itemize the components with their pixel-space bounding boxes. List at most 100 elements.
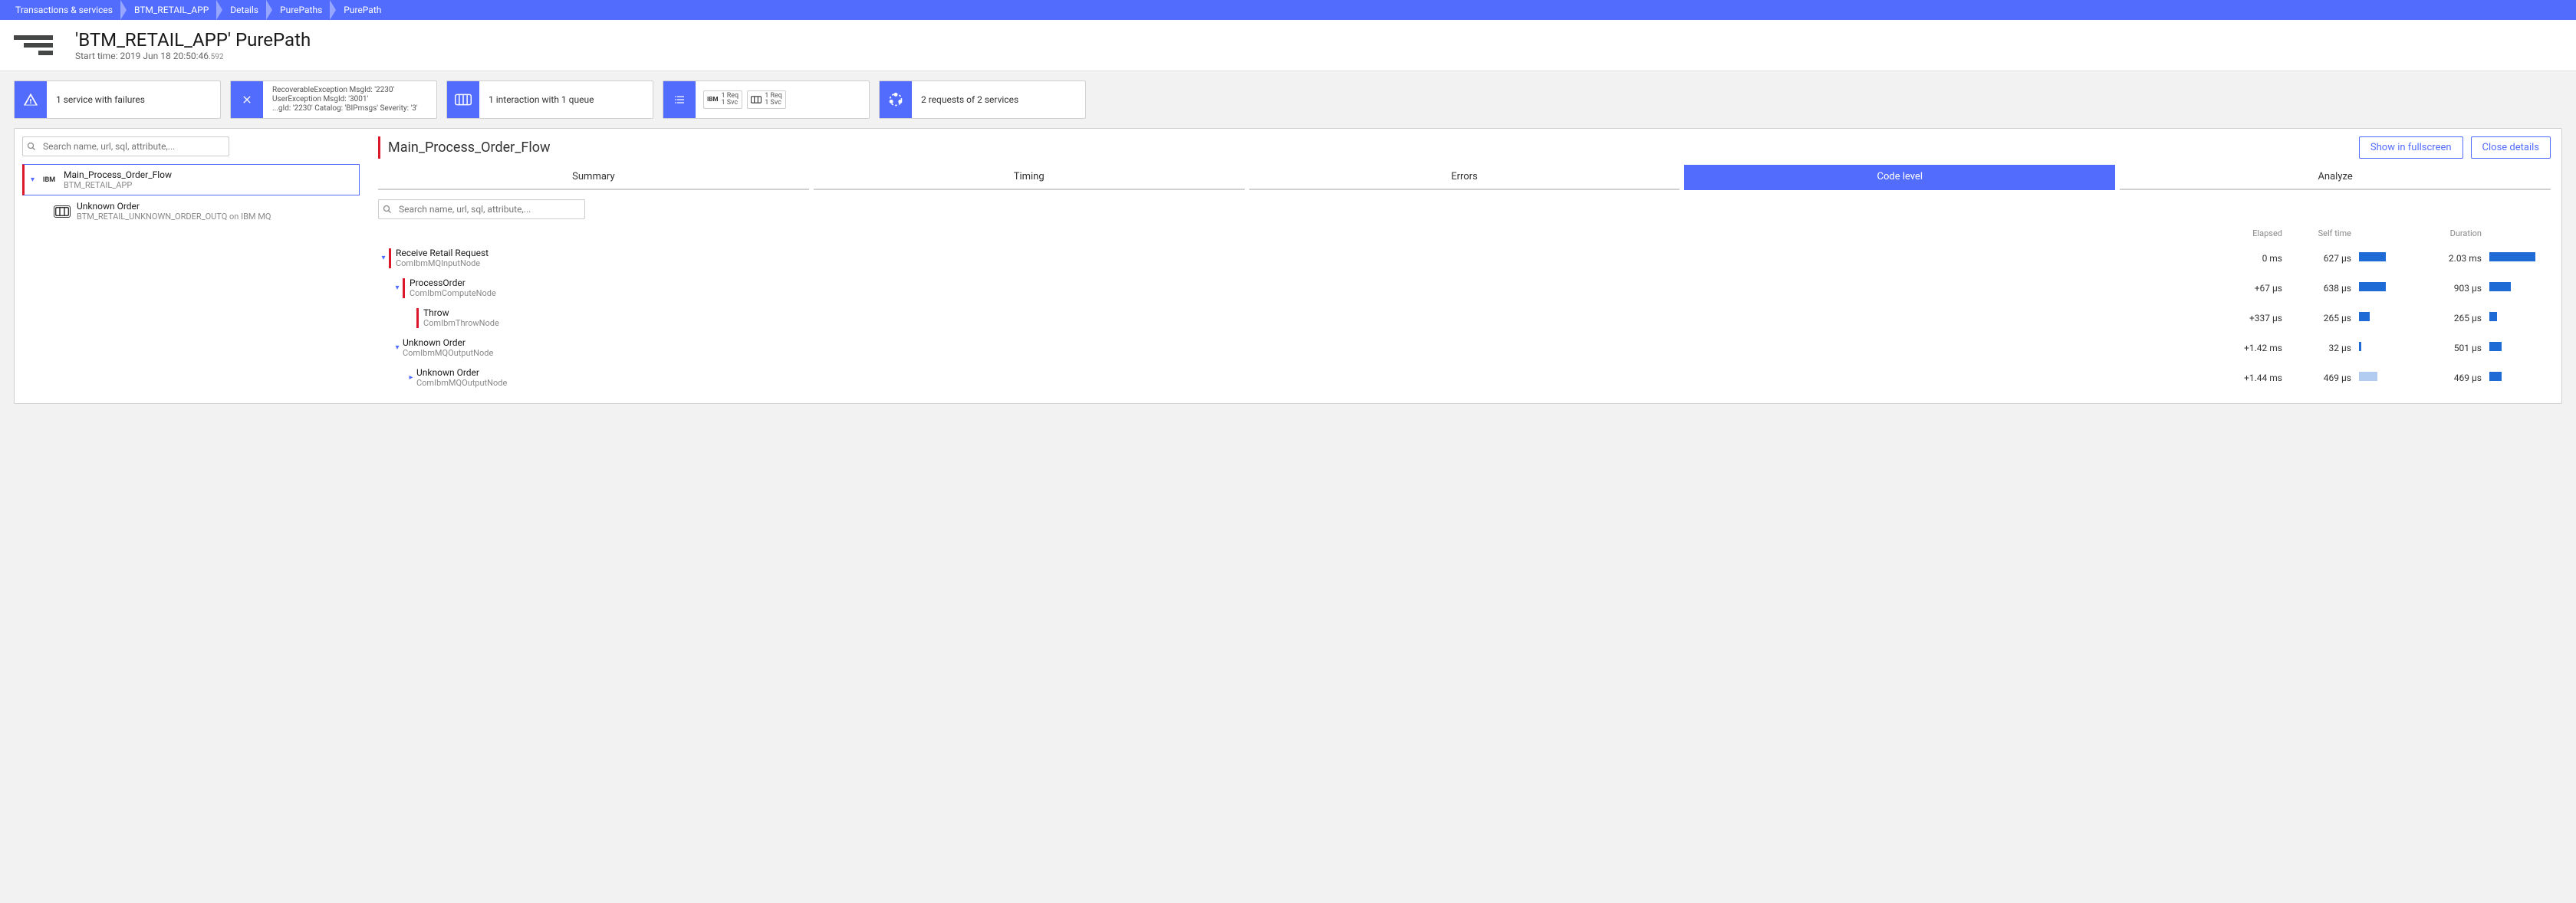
elapsed-value: 0 ms [2221, 253, 2290, 264]
code-row-type: ComIbmComputeNode [410, 288, 496, 298]
code-row-name: Unknown Order [416, 367, 507, 378]
tab-timing[interactable]: Timing [814, 165, 1245, 190]
main-panel: ▾ IBM Main_Process_Order_Flow BTM_RETAIL… [14, 128, 2562, 404]
code-row[interactable]: ThrowComIbmThrowNode+337 µs265 µs265 µs [378, 303, 2551, 333]
duration-value: 501 µs [2420, 343, 2489, 353]
requests-card[interactable]: 2 requests of 2 services [879, 80, 1086, 119]
title-bar: 'BTM_RETAIL_APP' PurePath Start time: 20… [0, 20, 2576, 71]
tree-item-label: Main_Process_Order_Flow [64, 169, 172, 180]
tree-item-sublabel: BTM_RETAIL_UNKNOWN_ORDER_OUTQ on IBM MQ [77, 212, 271, 222]
code-row-name: Unknown Order [403, 337, 493, 348]
breadcrumb-item[interactable]: PurePaths [272, 0, 336, 20]
elapsed-value: +1.42 ms [2221, 343, 2290, 353]
code-row[interactable]: ▾ Receive Retail RequestComIbmMQInputNode… [378, 243, 2551, 273]
duration-value: 469 µs [2420, 373, 2489, 383]
queue-icon [447, 81, 479, 118]
services-card[interactable]: IBM 1 Req1 Svc 1 Req1 Svc [663, 80, 870, 119]
breadcrumb-bar: Transactions & services BTM_RETAIL_APP D… [0, 0, 2576, 20]
tab-analyze[interactable]: Analyze [2120, 165, 2551, 190]
detail-title: Main_Process_Order_Flow [388, 140, 551, 156]
exception-line: UserException MsgId: '3001' [272, 95, 418, 104]
ibm-icon: IBM [41, 176, 58, 184]
code-row-name: ProcessOrder [410, 277, 496, 288]
exception-line: RecoverableException MsgId: '2230' [272, 86, 418, 95]
code-row-type: ComIbmThrowNode [423, 318, 499, 328]
close-icon [231, 81, 263, 118]
breadcrumb-item[interactable]: PurePath [336, 0, 395, 20]
detail-tabs: Summary Timing Errors Code level Analyze [378, 165, 2551, 190]
selftime-value: 638 µs [2290, 283, 2359, 294]
breadcrumb-item[interactable]: BTM_RETAIL_APP [127, 0, 222, 20]
queue-text: 1 interaction with 1 queue [489, 94, 594, 105]
failures-text: 1 service with failures [56, 94, 145, 105]
tree-item-label: Unknown Order [77, 201, 271, 212]
page-title: 'BTM_RETAIL_APP' PurePath [75, 29, 311, 51]
error-indicator [416, 308, 419, 328]
code-row-type: ComIbmMQInputNode [396, 258, 489, 268]
code-row[interactable]: ▾Unknown OrderComIbmMQOutputNode +1.42 ms… [378, 333, 2551, 363]
breadcrumb-item[interactable]: Details [222, 0, 272, 20]
code-level-table: Elapsed Self time Duration ▾ Receive Reta… [378, 228, 2551, 392]
selftime-value: 32 µs [2290, 343, 2359, 353]
page-subtitle: Start time: 2019 Jun 18 20:50:46.592 [75, 51, 311, 61]
duration-bar [2489, 282, 2511, 291]
chevron-down-icon[interactable]: ▾ [378, 254, 389, 262]
chevron-right-icon[interactable]: ▸ [406, 373, 416, 382]
col-elapsed: Elapsed [2221, 228, 2290, 238]
duration-bar [2489, 252, 2535, 261]
duration-value: 2.03 ms [2420, 253, 2489, 264]
exceptions-card[interactable]: RecoverableException MsgId: '2230' UserE… [230, 80, 437, 119]
tree-item-main-flow[interactable]: ▾ IBM Main_Process_Order_Flow BTM_RETAIL… [22, 164, 360, 195]
code-row[interactable]: ▾ ProcessOrderComIbmComputeNode +67 µs638 … [378, 273, 2551, 303]
purepath-icon [14, 30, 63, 61]
elapsed-value: +337 µs [2221, 313, 2290, 323]
code-row[interactable]: ▸Unknown OrderComIbmMQOutputNode+1.44 ms… [378, 363, 2551, 392]
selftime-bar [2359, 312, 2370, 321]
selftime-value: 627 µs [2290, 253, 2359, 264]
list-icon [663, 81, 696, 118]
tab-summary[interactable]: Summary [378, 165, 809, 190]
col-selftime: Self time [2290, 228, 2359, 238]
tab-code-level[interactable]: Code level [1684, 165, 2115, 190]
tab-errors[interactable]: Errors [1249, 165, 1680, 190]
service-badge-ibm: IBM 1 Req1 Svc [703, 90, 742, 109]
topology-icon [880, 81, 912, 118]
selftime-value: 469 µs [2290, 373, 2359, 383]
queue-card[interactable]: 1 interaction with 1 queue [446, 80, 653, 119]
requests-text: 2 requests of 2 services [921, 94, 1018, 105]
duration-bar [2489, 312, 2497, 321]
selftime-bar [2359, 342, 2361, 351]
code-row-name: Receive Retail Request [396, 248, 489, 258]
tree-column: ▾ IBM Main_Process_Order_Flow BTM_RETAIL… [15, 136, 367, 403]
search-icon [27, 142, 36, 151]
selftime-bar [2359, 282, 2386, 291]
breadcrumb-item[interactable]: Transactions & services [8, 0, 127, 20]
tree-item-unknown-order[interactable]: Unknown Order BTM_RETAIL_UNKNOWN_ORDER_O… [22, 195, 360, 227]
error-indicator [403, 278, 405, 298]
code-search-input[interactable] [378, 199, 585, 219]
code-row-type: ComIbmMQOutputNode [416, 378, 507, 388]
code-row-type: ComIbmMQOutputNode [403, 348, 493, 358]
col-duration: Duration [2420, 228, 2489, 238]
elapsed-value: +67 µs [2221, 283, 2290, 294]
detail-column: Main_Process_Order_Flow Show in fullscre… [367, 136, 2561, 403]
selftime-bar [2359, 252, 2386, 261]
failures-card[interactable]: 1 service with failures [14, 80, 221, 119]
warning-icon [15, 81, 47, 118]
close-details-button[interactable]: Close details [2471, 136, 2551, 159]
exception-line: ...gId: '2230' Catalog: 'BIPmsgs' Severi… [272, 104, 418, 113]
selftime-bar [2359, 372, 2377, 381]
summary-cards-row: 1 service with failures RecoverableExcep… [0, 71, 2576, 128]
chevron-down-icon[interactable]: ▾ [392, 343, 403, 352]
chevron-down-icon: ▾ [31, 176, 35, 184]
code-row-name: Throw [423, 307, 499, 318]
show-fullscreen-button[interactable]: Show in fullscreen [2359, 136, 2463, 159]
tree-search-input[interactable] [22, 136, 229, 156]
duration-bar [2489, 342, 2502, 351]
tree-item-sublabel: BTM_RETAIL_APP [64, 180, 172, 190]
selftime-value: 265 µs [2290, 313, 2359, 323]
chevron-down-icon[interactable]: ▾ [392, 284, 403, 292]
duration-value: 903 µs [2420, 283, 2489, 294]
search-icon [383, 205, 392, 214]
duration-value: 265 µs [2420, 313, 2489, 323]
